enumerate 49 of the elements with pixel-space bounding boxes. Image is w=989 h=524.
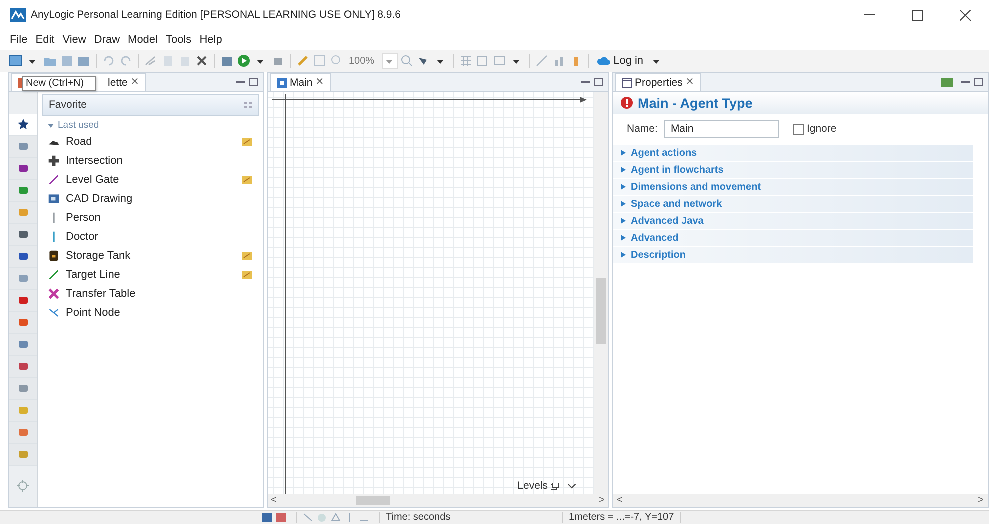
property-section[interactable]: Agent in flowcharts xyxy=(613,161,973,178)
tooltip: New (Ctrl+N) xyxy=(22,76,96,91)
menu-item[interactable]: View xyxy=(58,34,90,46)
palette-item[interactable]: Storage Tank xyxy=(42,246,259,265)
scroll-right-arrow[interactable]: > xyxy=(978,495,984,506)
menu-item[interactable]: Help xyxy=(196,34,226,46)
palette-group-header[interactable]: Favorite xyxy=(42,94,259,116)
property-section[interactable]: Description xyxy=(613,246,973,263)
palette-item[interactable]: Point Node xyxy=(42,303,259,322)
ignore-checkbox[interactable]: Ignore xyxy=(792,123,837,135)
coordinates: 1meters = ...=-7, Y=107 xyxy=(569,512,674,523)
palette-item[interactable]: Road xyxy=(42,132,259,151)
palette-item[interactable]: Person xyxy=(42,208,259,227)
close-tab-icon[interactable]: ✕ xyxy=(130,77,140,88)
canvas-grid[interactable]: Levels xyxy=(268,92,594,494)
properties-heading: Main - Agent Type xyxy=(638,96,753,110)
menu-item[interactable]: Draw xyxy=(90,34,124,46)
editor-tab[interactable]: Main ✕ xyxy=(270,73,332,91)
scroll-right-arrow[interactable]: > xyxy=(599,495,605,506)
time-units: Time: seconds xyxy=(386,512,452,523)
scroll-left-arrow[interactable]: < xyxy=(617,495,623,506)
horizontal-scrollbar[interactable]: < > xyxy=(613,494,988,507)
property-section[interactable]: Advanced Java xyxy=(613,212,973,229)
palette-item[interactable]: CAD Drawing xyxy=(42,189,259,208)
menu-item[interactable]: File xyxy=(6,34,32,46)
levels-button[interactable]: Levels xyxy=(518,480,576,492)
palette-item[interactable]: Level Gate xyxy=(42,170,259,189)
menu-item[interactable]: Edit xyxy=(32,34,59,46)
menu-item[interactable]: Tools xyxy=(162,34,196,46)
palette-item[interactable]: Doctor xyxy=(42,227,259,246)
name-field[interactable]: Main xyxy=(664,120,779,138)
properties-tab[interactable]: Properties ✕ xyxy=(615,73,702,91)
property-section[interactable]: Dimensions and movement xyxy=(613,178,973,195)
window-title: AnyLogic Personal Learning Edition [PERSONAL LEARNING USE ONLY] 8.9.6 xyxy=(31,9,402,21)
scroll-left-arrow[interactable]: < xyxy=(271,495,277,506)
horizontal-scrollbar[interactable]: < > xyxy=(268,494,608,507)
section-header[interactable]: Last used xyxy=(42,116,259,132)
menu-item[interactable]: Model xyxy=(124,34,162,46)
palette-item[interactable]: Transfer Table xyxy=(42,284,259,303)
close-tab-icon[interactable]: ✕ xyxy=(686,77,694,88)
property-section[interactable]: Space and network xyxy=(613,195,973,212)
palette-item[interactable]: Target Line xyxy=(42,265,259,284)
login-button[interactable]: Log in xyxy=(592,55,648,67)
close-tab-icon[interactable]: ✕ xyxy=(316,77,324,88)
property-section[interactable]: Advanced xyxy=(613,229,973,246)
property-section[interactable]: Agent actions xyxy=(613,144,973,161)
zoom-level: 100% xyxy=(348,56,376,66)
palette-item[interactable]: Intersection xyxy=(42,151,259,170)
field-label: Name: xyxy=(627,123,658,135)
